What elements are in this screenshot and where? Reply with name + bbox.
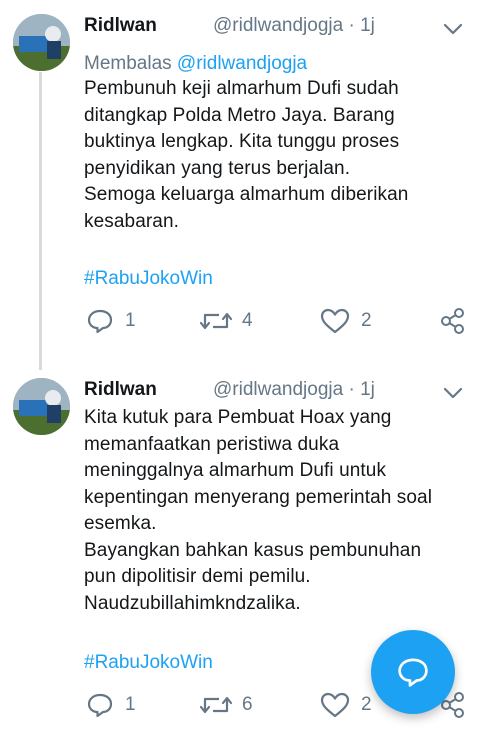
chevron-down-icon[interactable] [440,383,466,403]
like-icon[interactable] [320,307,350,335]
chevron-down-icon[interactable] [440,19,466,39]
hashtag-link[interactable]: #RabuJokoWin [84,652,213,674]
compose-reply-button[interactable] [371,630,455,714]
retweet-count: 6 [242,694,253,715]
author-handle-time: @ridlwandjogja · 1j [213,379,375,400]
avatar[interactable] [13,378,70,435]
like-count: 2 [361,310,372,331]
tweet-text: Kita kutuk para Pembuat Hoax yang memanf… [84,407,433,614]
hashtag-link[interactable]: #RabuJokoWin [84,268,213,290]
retweet-count: 4 [242,310,253,331]
retweet-icon[interactable] [199,691,233,719]
author-name[interactable]: Ridlwan [84,15,157,37]
reply-count: 1 [125,694,136,715]
reply-mention-link[interactable]: @ridlwandjogja [177,53,307,74]
tweet-text: Pembunuh keji almarhum Dufi sudah ditang… [84,78,409,232]
retweet-icon[interactable] [199,307,233,335]
reply-icon[interactable] [86,691,114,719]
reply-icon[interactable] [86,307,114,335]
author-name[interactable]: Ridlwan [84,379,157,401]
like-icon[interactable] [320,691,350,719]
reply-prefix: Membalas [84,53,177,74]
share-icon[interactable] [439,307,467,335]
reply-context: Membalas @ridlwandjogja [84,53,307,75]
reply-count: 1 [125,310,136,331]
avatar[interactable] [13,14,70,71]
tweet-actions: 1 4 2 [0,307,480,337]
author-handle-time: @ridlwandjogja · 1j [213,15,375,36]
tweet-1[interactable]: Ridlwan @ridlwandjogja · 1j Membalas @ri… [0,0,480,370]
like-count: 2 [361,694,372,715]
compose-reply-icon [398,658,428,687]
